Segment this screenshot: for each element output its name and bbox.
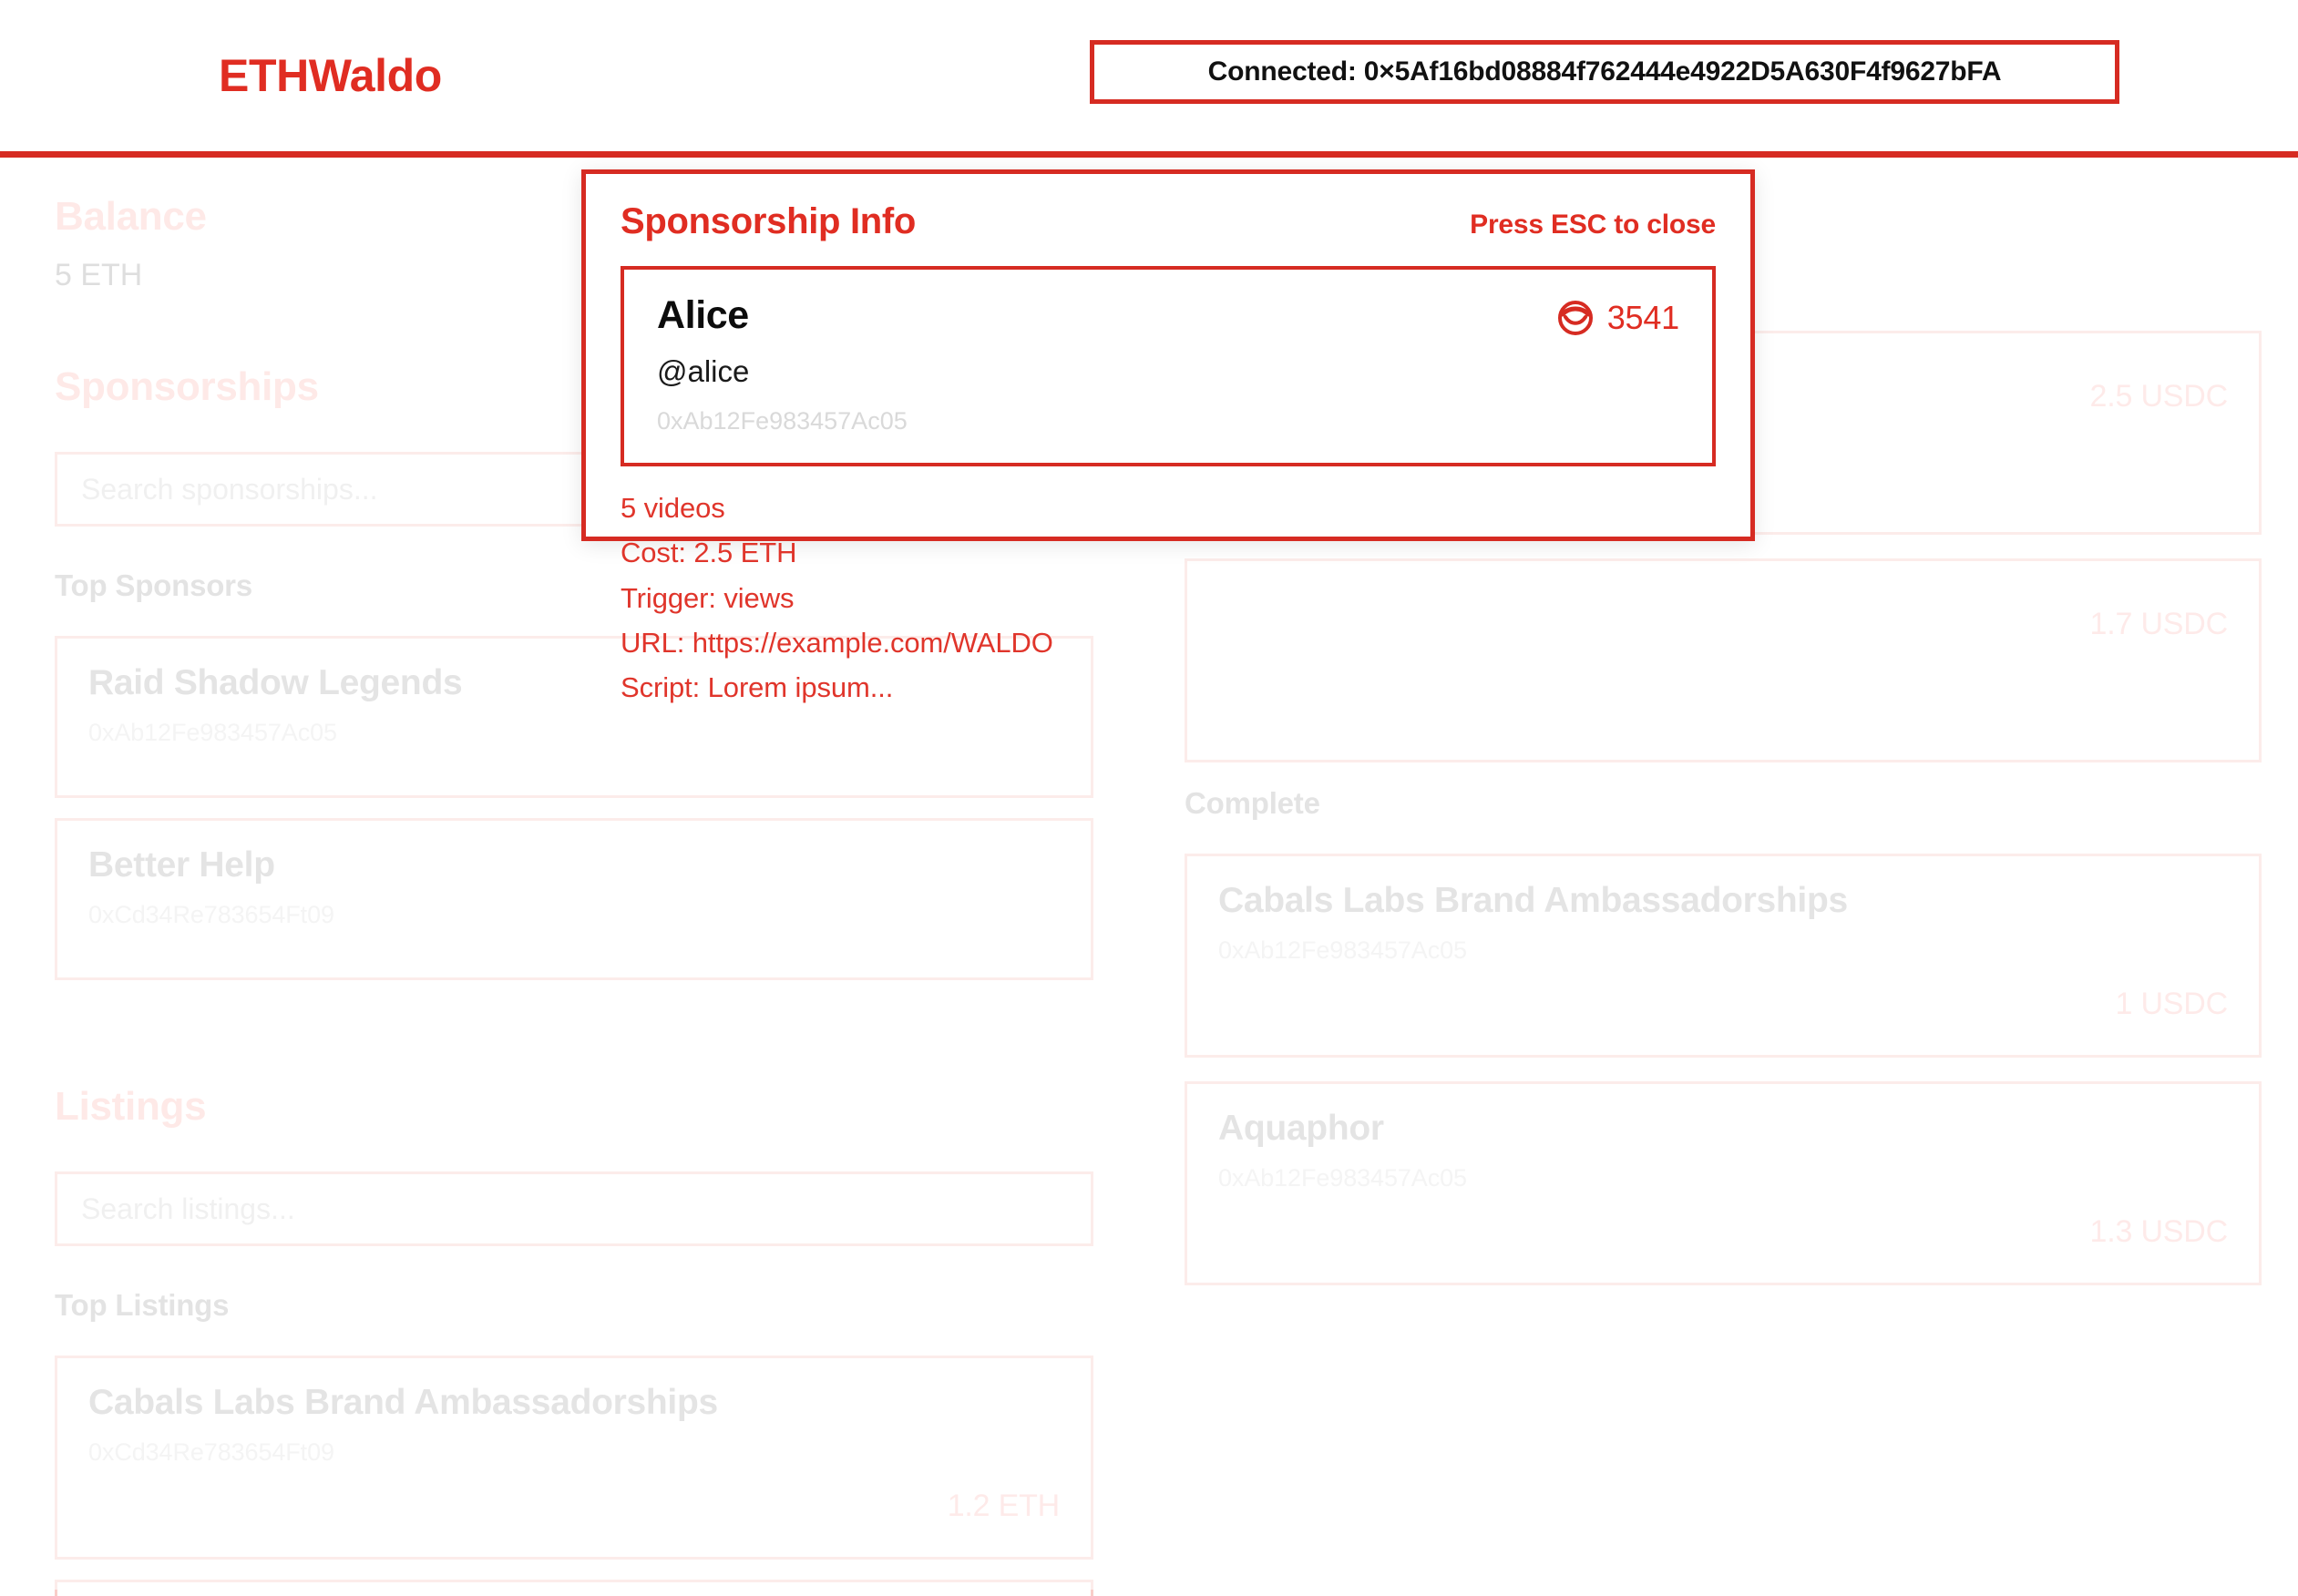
modal-close-hint[interactable]: Press ESC to close (1470, 210, 1716, 240)
listing-card[interactable]: Cabals Labs Brand Ambassadorships 0xCd34… (55, 1356, 1093, 1560)
profile-identity: Alice @alice 0xAb12Fe983457Ac05 (657, 293, 908, 435)
complete-card-address: 0xAb12Fe983457Ac05 (1218, 1164, 1467, 1192)
detail-videos: 5 videos (621, 492, 725, 524)
complete-card-title: Cabals Labs Brand Ambassadorships (1218, 881, 1848, 920)
profile-handle: @alice (657, 354, 750, 388)
detail-cost: Cost: 2.5 ETH (621, 537, 797, 569)
views-stat: 3541 (1556, 293, 1679, 337)
listing-card-title: Cabals Labs Brand Ambassadorships (88, 1383, 718, 1422)
search-listings-input[interactable]: Search listings... (55, 1171, 1093, 1246)
complete-card-price: 1 USDC (2115, 987, 2229, 1022)
detail-trigger: Trigger: views (621, 581, 795, 614)
eye-icon (1556, 299, 1595, 337)
complete-card[interactable]: Cabals Labs Brand Ambassadorships 0xAb12… (1185, 854, 2262, 1058)
detail-url: URL: https://example.com/WALDO (621, 626, 1053, 659)
sponsor-card-title: Better Help (88, 845, 275, 885)
complete-card-title: Aquaphor (1218, 1109, 1384, 1148)
search-sponsorships-placeholder: Search sponsorships... (81, 472, 378, 506)
complete-card-price: 1.3 USDC (2089, 1214, 2229, 1250)
profile-name: Alice (657, 293, 749, 337)
listing-card-address: 0xCd34Re783654Ft09 (88, 1438, 334, 1467)
complete-label: Complete (1185, 786, 1320, 820)
views-count: 3541 (1606, 299, 1679, 336)
complete-card[interactable]: Aquaphor 0xAb12Fe983457Ac05 1.3 USDC (1185, 1081, 2262, 1285)
sponsor-card-address: 0xAb12Fe983457Ac05 (88, 719, 337, 747)
profile-address: 0xAb12Fe983457Ac05 (657, 407, 908, 435)
listings-heading: Listings (55, 1084, 207, 1129)
profile-row: Alice @alice 0xAb12Fe983457Ac05 3541 (657, 293, 1679, 435)
modal-header: Sponsorship Info Press ESC to close (621, 201, 1716, 242)
listing-card[interactable] (55, 1580, 1093, 1596)
detail-script: Script: Lorem ipsum... (621, 671, 894, 704)
complete-card-address: 0xAb12Fe983457Ac05 (1218, 936, 1467, 965)
sponsorship-details: 5 videos Cost: 2.5 ETH Trigger: views UR… (621, 490, 1716, 706)
app-header: ETHWaldo Connected: 0×5Af16bd08884f76244… (0, 0, 2298, 158)
sponsor-profile-card[interactable]: Alice @alice 0xAb12Fe983457Ac05 3541 (621, 266, 1716, 466)
search-listings-placeholder: Search listings... (81, 1192, 295, 1225)
sponsor-card[interactable]: Better Help 0xCd34Re783654Ft09 (55, 818, 1093, 980)
sponsorship-info-modal: Sponsorship Info Press ESC to close Alic… (581, 169, 1755, 703)
app-root: ETHWaldo Connected: 0×5Af16bd08884f76244… (0, 0, 2298, 1596)
top-listings-label: Top Listings (55, 1288, 230, 1322)
listing-card-price: 1.2 ETH (947, 1489, 1061, 1524)
sponsor-card-address: 0xCd34Re783654Ft09 (88, 901, 334, 929)
wallet-address-text: Connected: 0×5Af16bd08884f762444e4922D5A… (1207, 56, 2002, 87)
modal-title: Sponsorship Info (621, 201, 917, 241)
wallet-connection-badge[interactable]: Connected: 0×5Af16bd08884f762444e4922D5A… (1090, 40, 2119, 104)
app-logo[interactable]: ETHWaldo (219, 49, 442, 102)
